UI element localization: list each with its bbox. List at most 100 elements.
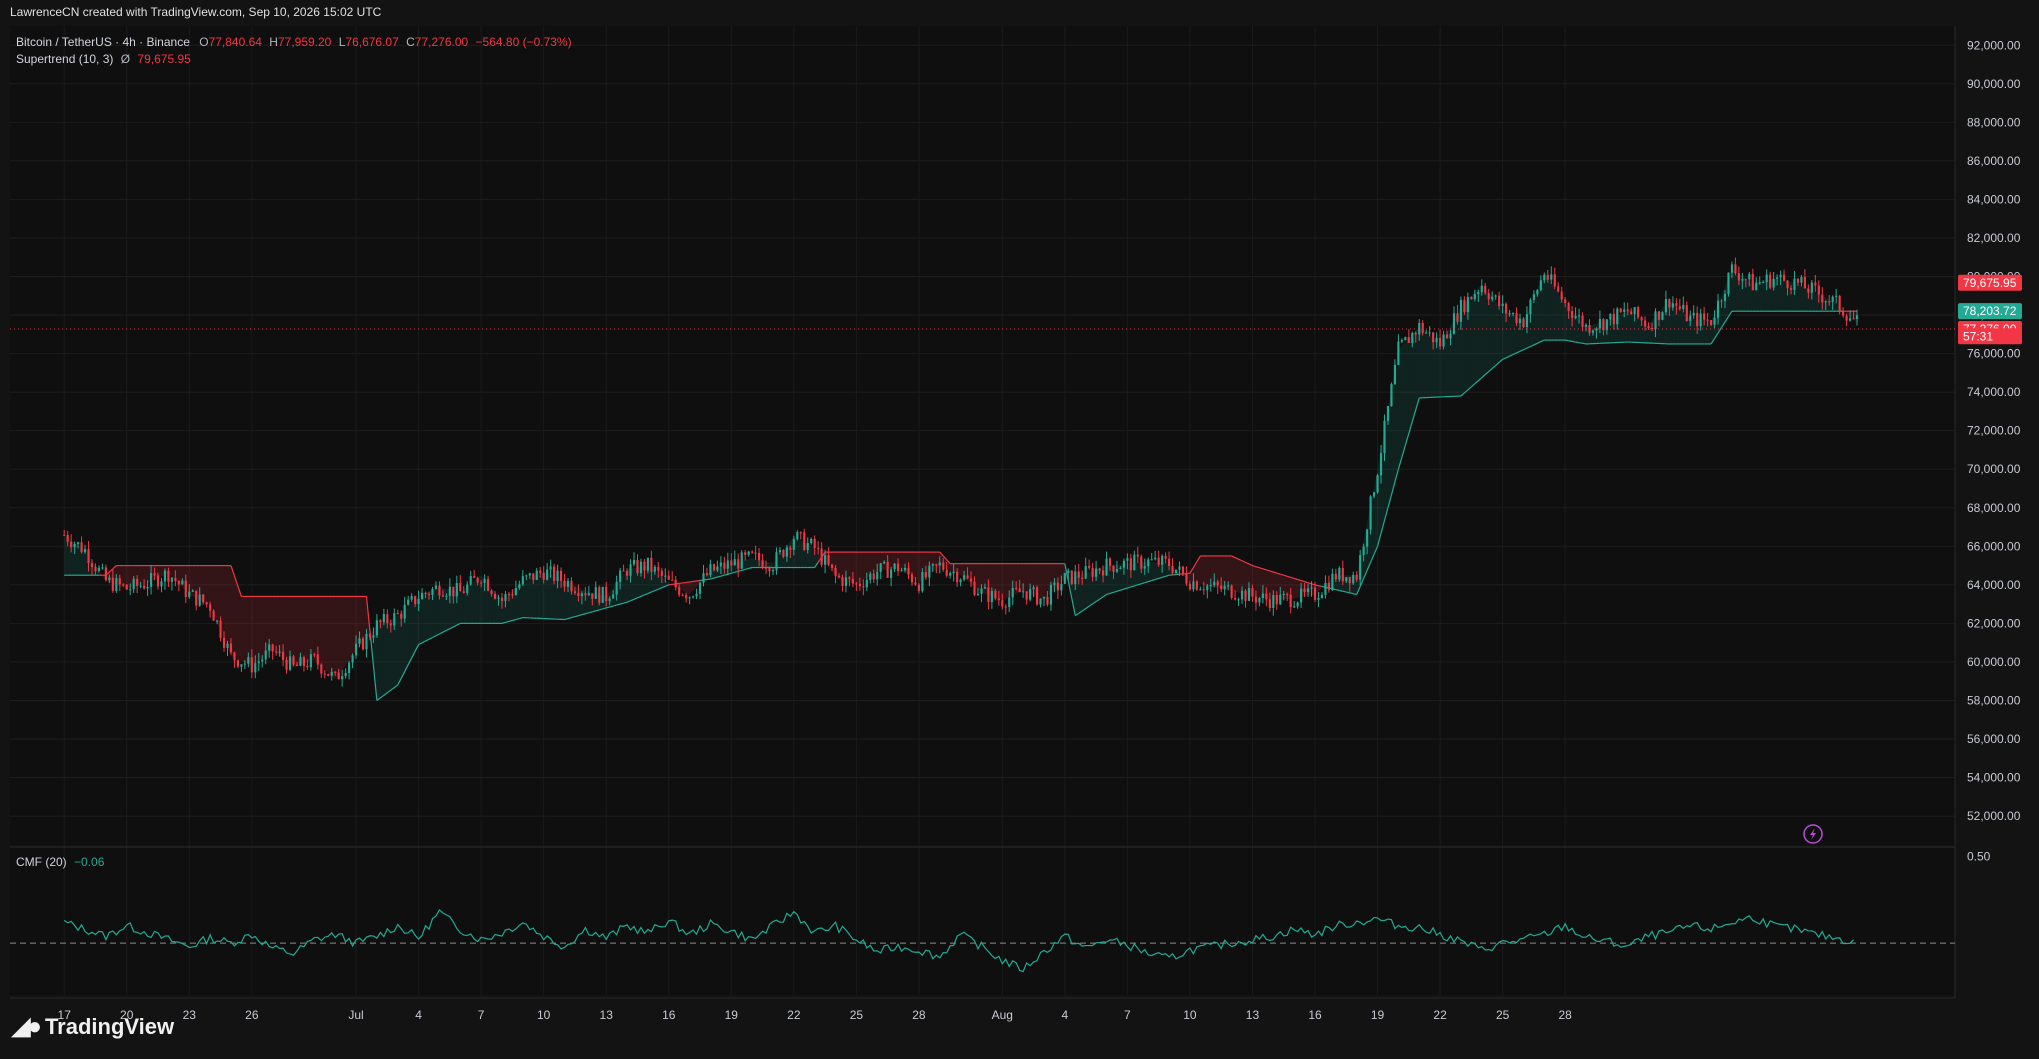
candle-body (1564, 299, 1567, 303)
candle-body (504, 594, 507, 601)
supertrend-fill (390, 617, 395, 691)
candle-body (1466, 296, 1469, 313)
candle-body (730, 560, 733, 566)
supertrend-fill (1745, 279, 1750, 312)
candle-body (1324, 582, 1327, 595)
candle-body (865, 579, 868, 588)
supertrend-fill (140, 565, 145, 585)
candle-body (615, 581, 618, 595)
candle-body (744, 552, 747, 555)
candle-body (507, 594, 511, 596)
supertrend-fill (651, 568, 655, 593)
candle-body (632, 560, 636, 565)
candle-body (1185, 573, 1188, 584)
candle-body (1081, 577, 1084, 579)
supertrend-fill (442, 587, 447, 633)
candle-body (792, 539, 795, 550)
candle-body (625, 571, 629, 576)
cmf-title[interactable]: CMF (20) (16, 855, 67, 869)
candle-body (834, 567, 837, 576)
candle-body (1352, 574, 1355, 584)
candle-body (514, 588, 517, 595)
candle-body (1154, 557, 1157, 560)
supertrend-fill (383, 620, 388, 696)
candle-body (1056, 582, 1059, 591)
candle-body (1644, 320, 1647, 327)
supertrend-line (1346, 591, 1350, 594)
candle-body (219, 620, 222, 638)
y-tick-label: 70,000.00 (1967, 462, 2021, 476)
supertrend-fill (244, 596, 249, 665)
supertrend-fill (1283, 575, 1288, 600)
supertrend-fill (279, 596, 284, 660)
candle-body (247, 657, 250, 664)
candle-body (855, 583, 858, 585)
candle-body (594, 587, 597, 599)
candle-body (1855, 315, 1859, 320)
candle-body (278, 651, 281, 653)
symbol-title[interactable]: Bitcoin / TetherUS · 4h · Binance (16, 35, 190, 49)
supertrend-fill (460, 589, 464, 624)
supertrend-fill (307, 596, 311, 663)
supertrend-line (1578, 342, 1583, 344)
candle-body (414, 596, 417, 605)
supertrend-fill (1294, 578, 1298, 599)
candle-body (1668, 299, 1671, 308)
indicator-title[interactable]: Supertrend (10, 3) (16, 52, 113, 66)
candle-body (1119, 567, 1122, 570)
supertrend-fill (1763, 280, 1767, 312)
candle-body (1831, 296, 1834, 302)
supertrend-fill (1592, 323, 1597, 344)
supertrend-line (1318, 585, 1323, 588)
supertrend-fill (1731, 268, 1736, 312)
x-tick-label: 28 (1558, 1008, 1572, 1022)
supertrend-fill (873, 552, 878, 574)
candle-body (1407, 337, 1410, 343)
candle-body (1435, 337, 1438, 343)
candle-body (1046, 596, 1049, 605)
supertrend-fill (408, 602, 412, 665)
candle-body (1001, 600, 1004, 607)
candle-body (1188, 583, 1192, 590)
candle-body (1654, 311, 1657, 330)
candle-body (1366, 529, 1369, 547)
candle-body (70, 541, 73, 548)
candle-body (1018, 588, 1021, 593)
candle-body (125, 584, 128, 590)
candle-body (629, 564, 632, 576)
candle-body (1338, 568, 1341, 580)
tradingview-brand[interactable]: ◢● TradingView (12, 1012, 174, 1041)
candle-body (254, 663, 257, 673)
candle-body (959, 579, 962, 583)
supertrend-fill (296, 596, 301, 667)
candle-body (1112, 565, 1115, 572)
candle-body (917, 584, 920, 592)
x-tick-label: 19 (725, 1008, 739, 1022)
candle-body (1404, 337, 1407, 341)
candle-body (160, 581, 163, 587)
supertrend-fill (1436, 341, 1441, 398)
eye-slash-icon[interactable]: Ø (121, 52, 130, 66)
candle-body (886, 561, 889, 578)
supertrend-line (1314, 584, 1319, 587)
candle-body (448, 586, 451, 596)
supertrend-fill (1429, 335, 1434, 398)
chart-frame: 92,000.00 90,000.00 88,000.00 86,000.00 84,0… (0, 0, 2039, 1059)
supertrend-fill (654, 571, 659, 591)
candle-body (1821, 294, 1824, 303)
candle-body (810, 539, 813, 544)
supertrend-fill (1780, 279, 1785, 312)
candle-body (1501, 303, 1504, 307)
supertrend-fill (1207, 555, 1211, 587)
candle-body (1716, 300, 1720, 318)
candle-body (1595, 328, 1598, 331)
candle-body (1515, 313, 1518, 324)
candle-body (737, 559, 740, 569)
x-tick-label: 26 (245, 1008, 259, 1022)
candle-body (563, 580, 566, 587)
candle-body (674, 579, 677, 588)
supertrend-fill (1478, 284, 1482, 381)
candle-body (657, 566, 660, 571)
supertrend-fill (227, 565, 231, 657)
price-chart[interactable]: 92,000.00 90,000.00 88,000.00 86,000.00 84,0… (0, 0, 2039, 1059)
